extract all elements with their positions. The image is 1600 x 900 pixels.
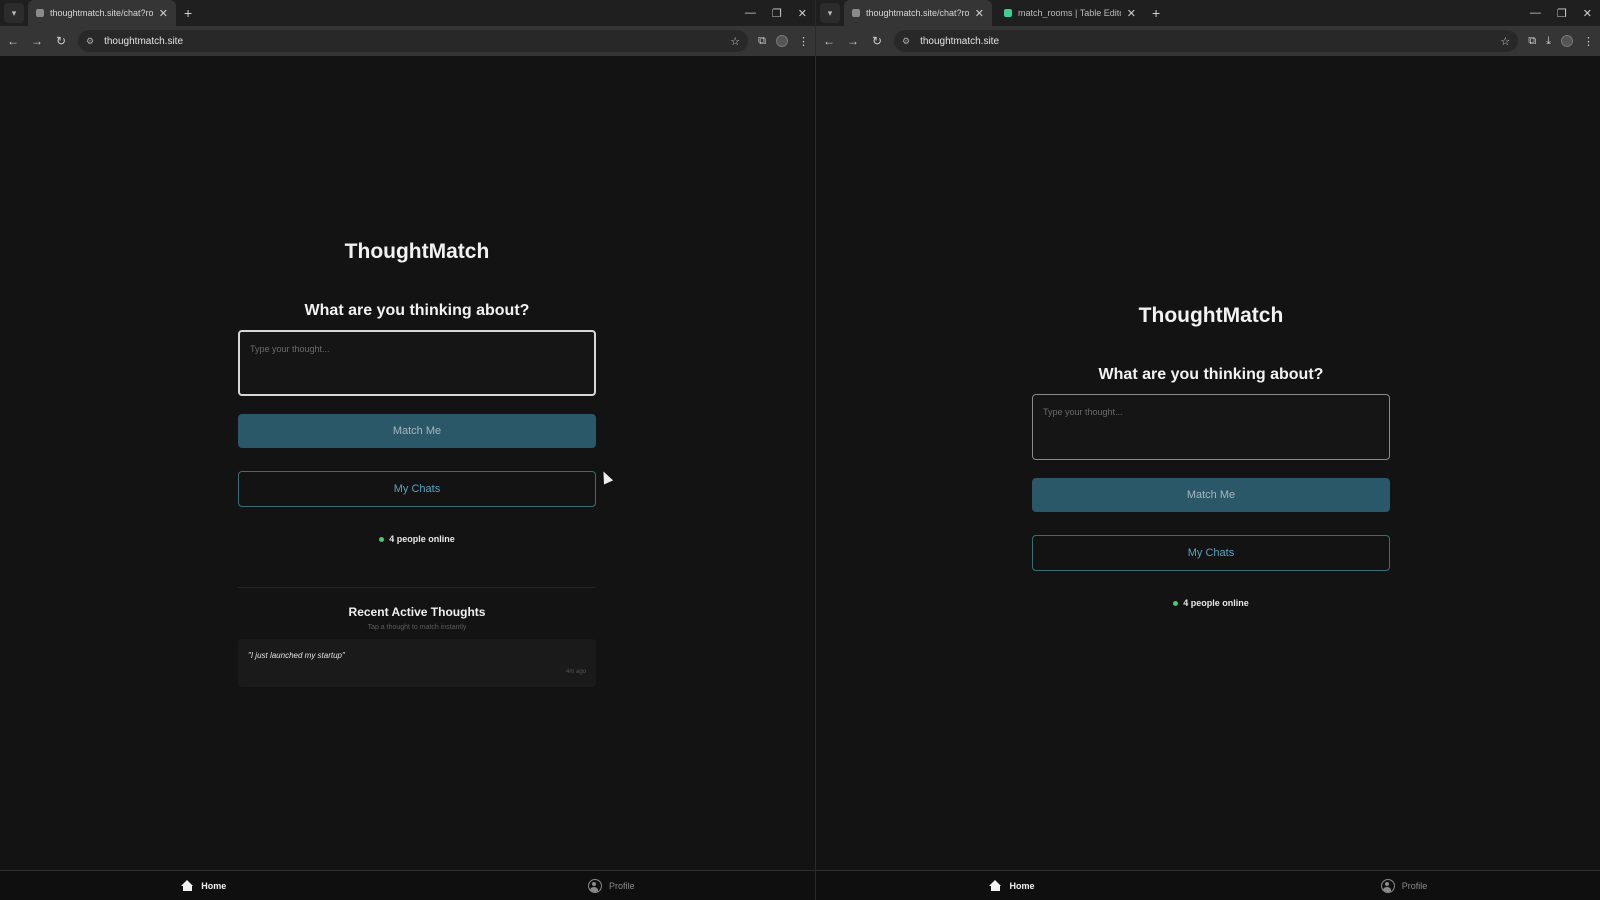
online-dot-icon	[1173, 600, 1179, 606]
match-me-button[interactable]: Match Me	[238, 414, 596, 448]
extensions-icon[interactable]: ⧉	[1528, 35, 1536, 48]
profile-icon	[1380, 878, 1395, 893]
supabase-favicon-icon	[1004, 9, 1012, 17]
thought-prompt-heading: What are you thinking about?	[1098, 366, 1324, 383]
tab-strip: ▾ thoughtmatch.site/chat?room= ✕ + — ❐ ✕	[0, 0, 815, 26]
address-bar: ← → ↻ ⚙ thoughtmatch.site ☆ ⧉ ⋮	[0, 26, 815, 56]
back-icon[interactable]: ←	[822, 34, 836, 48]
tab-thoughtmatch[interactable]: thoughtmatch.site/chat?room= ✕	[28, 0, 176, 26]
reload-icon[interactable]: ↻	[870, 34, 884, 48]
thought-input[interactable]	[238, 330, 596, 396]
nav-profile[interactable]: Profile	[1208, 871, 1600, 900]
site-info-icon[interactable]: ⚙	[902, 36, 910, 47]
desktop-screen: ▾ thoughtmatch.site/chat?room= ✕ + — ❐ ✕…	[0, 0, 1600, 900]
restore-icon[interactable]: ❐	[772, 7, 782, 20]
menu-kebab-icon[interactable]: ⋮	[798, 35, 809, 48]
section-divider	[238, 587, 596, 588]
online-count-text: 4 people online	[1183, 598, 1249, 608]
minimize-icon[interactable]: —	[1530, 7, 1541, 19]
app-view: ThoughtMatch What are you thinking about…	[816, 56, 1600, 870]
online-count-text: 4 people online	[389, 534, 455, 544]
site-favicon-icon	[36, 9, 44, 17]
address-bar: ← → ↻ ⚙ thoughtmatch.site ☆ ⧉ ⤓ ⋮	[816, 26, 1600, 56]
home-icon	[181, 880, 194, 891]
online-status: 4 people online	[238, 534, 596, 544]
nav-profile-label: Profile	[1401, 880, 1428, 891]
window-controls: — ❐ ✕	[1530, 0, 1592, 26]
tab-search-button[interactable]: ▾	[4, 3, 24, 23]
online-status: 4 people online	[1032, 598, 1390, 608]
recent-thoughts-subtitle: Tap a thought to match instantly	[367, 624, 467, 631]
bottom-navigation: Home Profile	[0, 870, 815, 900]
tab-title: thoughtmatch.site/chat?room=	[50, 8, 153, 18]
tab-thoughtmatch[interactable]: thoughtmatch.site/chat?room= ✕	[844, 0, 992, 26]
tab-strip: ▾ thoughtmatch.site/chat?room= ✕ match_r…	[816, 0, 1600, 26]
recent-thought-time: 4m ago	[565, 669, 586, 675]
site-favicon-icon	[852, 9, 860, 17]
home-icon	[989, 880, 1002, 891]
app-brand-title: ThoughtMatch	[1138, 304, 1284, 327]
forward-icon[interactable]: →	[30, 34, 44, 48]
profile-icon	[587, 878, 602, 893]
my-chats-button[interactable]: My Chats	[1032, 535, 1390, 571]
close-tab-icon[interactable]: ✕	[975, 7, 984, 20]
close-window-icon[interactable]: ✕	[1583, 7, 1592, 20]
thought-input[interactable]	[1032, 394, 1390, 460]
minimize-icon[interactable]: —	[745, 7, 756, 19]
profile-avatar-icon[interactable]	[776, 35, 788, 47]
new-tab-button[interactable]: +	[1152, 5, 1160, 21]
new-tab-button[interactable]: +	[184, 5, 192, 21]
recent-thought-text: "I just launched my startup"	[248, 651, 345, 660]
app-view: ThoughtMatch What are you thinking about…	[0, 56, 815, 870]
bookmark-star-icon[interactable]: ☆	[1500, 35, 1510, 48]
recent-thought-card[interactable]: "I just launched my startup" 4m ago	[238, 639, 596, 687]
app-home-panel: ThoughtMatch What are you thinking about…	[1032, 304, 1390, 608]
download-icon[interactable]: ⤓	[1546, 35, 1551, 48]
recent-thoughts-heading: Recent Active Thoughts	[348, 605, 486, 619]
close-tab-icon[interactable]: ✕	[1127, 7, 1136, 20]
tab-title: thoughtmatch.site/chat?room=	[866, 8, 969, 18]
match-me-button[interactable]: Match Me	[1032, 478, 1390, 512]
mouse-cursor-icon	[598, 469, 614, 485]
url-field[interactable]: ⚙ thoughtmatch.site ☆	[78, 30, 749, 52]
app-brand-title: ThoughtMatch	[344, 240, 490, 263]
bottom-navigation: Home Profile	[816, 870, 1600, 900]
tab-table-editor[interactable]: match_rooms | Table Editor | Th ✕	[996, 0, 1144, 26]
site-info-icon[interactable]: ⚙	[86, 36, 94, 47]
app-home-panel: ThoughtMatch What are you thinking about…	[238, 240, 596, 687]
my-chats-button[interactable]: My Chats	[238, 471, 596, 507]
nav-home[interactable]: Home	[0, 871, 408, 900]
url-text: thoughtmatch.site	[920, 35, 1000, 47]
tab-title: match_rooms | Table Editor | Th	[1018, 8, 1121, 18]
reload-icon[interactable]: ↻	[54, 34, 68, 48]
url-text: thoughtmatch.site	[104, 35, 184, 47]
extensions-icon[interactable]: ⧉	[758, 35, 766, 48]
menu-kebab-icon[interactable]: ⋮	[1583, 35, 1594, 48]
nav-home-label: Home	[201, 880, 227, 891]
nav-home[interactable]: Home	[816, 871, 1208, 900]
right-browser-window: ▾ thoughtmatch.site/chat?room= ✕ match_r…	[815, 0, 1600, 900]
thought-prompt-heading: What are you thinking about?	[304, 302, 530, 319]
close-tab-icon[interactable]: ✕	[159, 7, 168, 20]
bookmark-star-icon[interactable]: ☆	[730, 35, 740, 48]
online-dot-icon	[379, 536, 385, 542]
back-icon[interactable]: ←	[6, 34, 20, 48]
close-window-icon[interactable]: ✕	[798, 7, 807, 20]
forward-icon[interactable]: →	[846, 34, 860, 48]
profile-avatar-icon[interactable]	[1561, 35, 1573, 47]
left-browser-window: ▾ thoughtmatch.site/chat?room= ✕ + — ❐ ✕…	[0, 0, 815, 900]
nav-home-label: Home	[1009, 880, 1035, 891]
tab-search-button[interactable]: ▾	[820, 3, 840, 23]
nav-profile[interactable]: Profile	[408, 871, 816, 900]
nav-profile-label: Profile	[608, 880, 635, 891]
window-controls: — ❐ ✕	[745, 0, 807, 26]
restore-icon[interactable]: ❐	[1557, 7, 1567, 20]
url-field[interactable]: ⚙ thoughtmatch.site ☆	[894, 30, 1519, 52]
